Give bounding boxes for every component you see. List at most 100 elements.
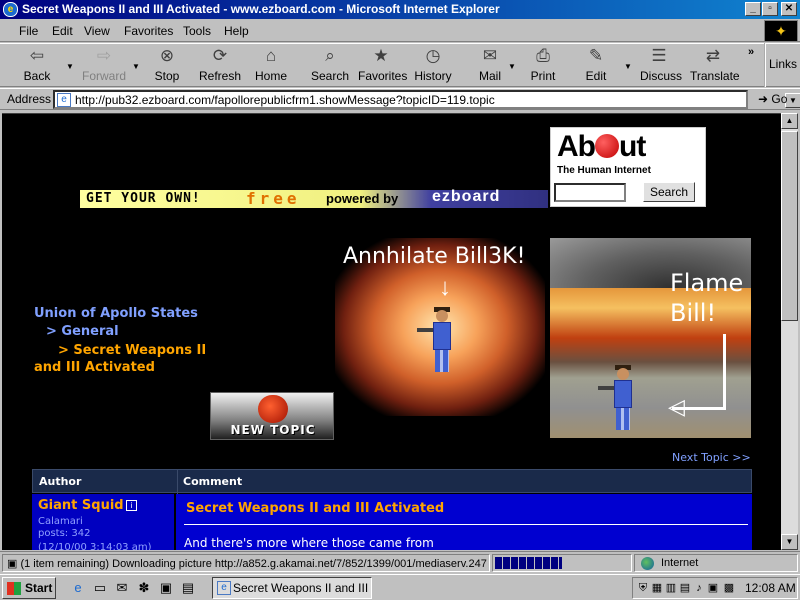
print-button[interactable]: ⎙ Print — [528, 46, 558, 86]
address-url: http://pub32.ezboard.com/fapollorepublic… — [75, 93, 495, 107]
quicklaunch-outlook-icon[interactable]: ✉ — [114, 580, 130, 596]
start-button[interactable]: Start — [2, 577, 56, 599]
new-topic-button[interactable]: NEW TOPIC — [210, 392, 334, 440]
profile-icon[interactable]: i — [126, 500, 137, 511]
quicklaunch-explorer-icon[interactable]: ▣ — [158, 580, 174, 596]
quicklaunch-ie-icon[interactable]: e — [70, 580, 86, 596]
internet-globe-icon — [641, 557, 654, 570]
translate-button[interactable]: ⇄ Translate — [690, 46, 740, 86]
scroll-thumb[interactable] — [781, 131, 798, 321]
security-zone: Internet — [634, 554, 798, 572]
page-icon: e — [57, 93, 71, 107]
home-button[interactable]: ⌂ Home — [252, 46, 290, 86]
stop-icon: ⊗ — [159, 46, 175, 65]
quicklaunch-folder-icon[interactable]: ▤ — [180, 580, 196, 596]
title-bar[interactable]: e Secret Weapons II and III Activated - … — [0, 0, 800, 19]
menu-file[interactable]: File — [19, 24, 38, 38]
tray-app-icon[interactable]: ▥ — [665, 581, 677, 595]
breadcrumb-forum-link[interactable]: > General — [46, 324, 119, 339]
address-input[interactable]: e http://pub32.ezboard.com/fapollorepubl… — [53, 90, 800, 109]
about-logo-dot-icon — [595, 134, 619, 158]
banner-text-free: free — [246, 189, 301, 208]
maximize-button[interactable]: ▫ — [762, 2, 778, 16]
author-title: Calamari — [38, 516, 83, 527]
menu-help[interactable]: Help — [224, 24, 249, 38]
toolbar: ⇦ Back ▼ ⇨ Forward ▼ ⊗ Stop ⟳ Refresh ⌂ … — [0, 43, 800, 87]
tray-scheduler-icon[interactable]: ▩ — [723, 581, 735, 595]
table-header: Author Comment — [32, 469, 752, 494]
menu-view[interactable]: View — [84, 24, 110, 38]
back-arrow-icon: ⇦ — [29, 46, 45, 65]
mail-button[interactable]: ✉ Mail — [476, 46, 504, 86]
next-topic-link[interactable]: Next Topic >> — [672, 451, 751, 464]
menu-favorites[interactable]: Favorites — [124, 24, 173, 38]
new-topic-orb-icon — [258, 395, 288, 423]
tray-shield-icon[interactable]: ⛨ — [637, 581, 649, 595]
window-title: Secret Weapons II and III Activated - ww… — [22, 2, 500, 16]
breadcrumb-root-link[interactable]: Union of Apollo States — [34, 306, 198, 321]
address-bar: Address e http://pub32.ezboard.com/fapol… — [0, 88, 800, 110]
go-button[interactable]: ➜ Go — [758, 92, 787, 106]
download-progress — [492, 554, 632, 572]
post-body: And there's more where those came from — [184, 536, 434, 550]
character-figure — [417, 307, 457, 374]
history-icon: ◷ — [425, 46, 441, 65]
taskbar: Start e ▭ ✉ ✽ ▣ ▤ e Secret Weapons II an… — [0, 574, 800, 600]
toolbar-chevron-icon[interactable]: » — [748, 46, 754, 58]
subject-divider — [184, 524, 748, 525]
edit-button[interactable]: ✎ Edit — [582, 46, 610, 86]
author-name-link[interactable]: Giant Squid — [38, 498, 124, 513]
scroll-up-button[interactable]: ▲ — [781, 113, 798, 129]
taskbar-ie-window[interactable]: e Secret Weapons II and III ... — [212, 577, 372, 599]
favorites-button[interactable]: ★ Favorites — [358, 46, 407, 86]
about-ad[interactable]: Ab ut The Human Internet Search — [550, 127, 706, 207]
discuss-button[interactable]: ☰ Discuss — [640, 46, 682, 86]
edit-page-icon: ✎ — [588, 46, 604, 65]
status-page-icon: ▣ — [7, 558, 21, 570]
links-button[interactable]: Links — [764, 43, 800, 87]
about-search-input[interactable] — [554, 183, 626, 202]
post-subject: Secret Weapons II and III Activated — [186, 501, 445, 516]
zone-label: Internet — [661, 557, 699, 569]
vertical-scrollbar[interactable]: ▲ ▼ — [781, 113, 798, 550]
tray-monitor-icon[interactable]: ▤ — [679, 581, 691, 595]
edit-dropdown-icon[interactable]: ▼ — [624, 62, 632, 71]
favorites-folder-icon: ★ — [373, 46, 389, 65]
search-button[interactable]: ⌕ Search — [310, 46, 350, 86]
menu-tools[interactable]: Tools — [183, 24, 211, 38]
stop-button[interactable]: ⊗ Stop — [148, 46, 186, 86]
banner-text-getyourown: GET YOUR OWN! — [86, 191, 201, 206]
mail-icon: ✉ — [482, 46, 498, 65]
progress-fill — [495, 557, 562, 569]
back-dropdown-icon[interactable]: ▼ — [66, 62, 74, 71]
forward-dropdown-icon[interactable]: ▼ — [132, 62, 140, 71]
history-button[interactable]: ◷ History — [414, 46, 452, 86]
mail-dropdown-icon[interactable]: ▼ — [508, 62, 516, 71]
about-search-button[interactable]: Search — [643, 182, 695, 202]
status-text: ▣ (1 item remaining) Downloading picture… — [2, 554, 490, 572]
minimize-button[interactable]: _ — [745, 2, 761, 16]
quicklaunch-app-icon[interactable]: ✽ — [136, 580, 152, 596]
printer-icon: ⎙ — [536, 46, 550, 65]
back-button[interactable]: ⇦ Back — [14, 46, 60, 86]
ezboard-banner[interactable]: GET YOUR OWN! free powered by ezboard — [80, 188, 548, 208]
go-label: Go — [771, 92, 788, 106]
character-figure-fire — [598, 365, 638, 432]
table-row: Giant Squid i Calamari posts: 342 (12/10… — [32, 494, 752, 550]
refresh-icon: ⟳ — [212, 46, 228, 65]
about-logo[interactable]: Ab ut — [557, 130, 646, 164]
forward-button[interactable]: ⇨ Forward — [80, 46, 128, 86]
tray-network-icon[interactable]: ▦ — [651, 581, 663, 595]
close-button[interactable]: ✕ — [781, 2, 797, 16]
tray-speaker-icon[interactable]: ♪ — [693, 581, 705, 595]
about-tagline: The Human Internet — [557, 165, 651, 176]
tray-modem-icon[interactable]: ▣ — [707, 581, 719, 595]
page-content: Ab ut The Human Internet Search GET YOUR … — [2, 113, 781, 550]
menu-edit[interactable]: Edit — [52, 24, 73, 38]
quicklaunch-desktop-icon[interactable]: ▭ — [92, 580, 108, 596]
explosion-caption: Annhilate Bill3K! — [343, 244, 526, 269]
fire-image: Flame Bill! ◁ — [550, 238, 751, 438]
refresh-button[interactable]: ⟳ Refresh — [198, 46, 242, 86]
status-message: (1 item remaining) Downloading picture h… — [20, 558, 487, 570]
scroll-down-button[interactable]: ▼ — [781, 534, 798, 550]
